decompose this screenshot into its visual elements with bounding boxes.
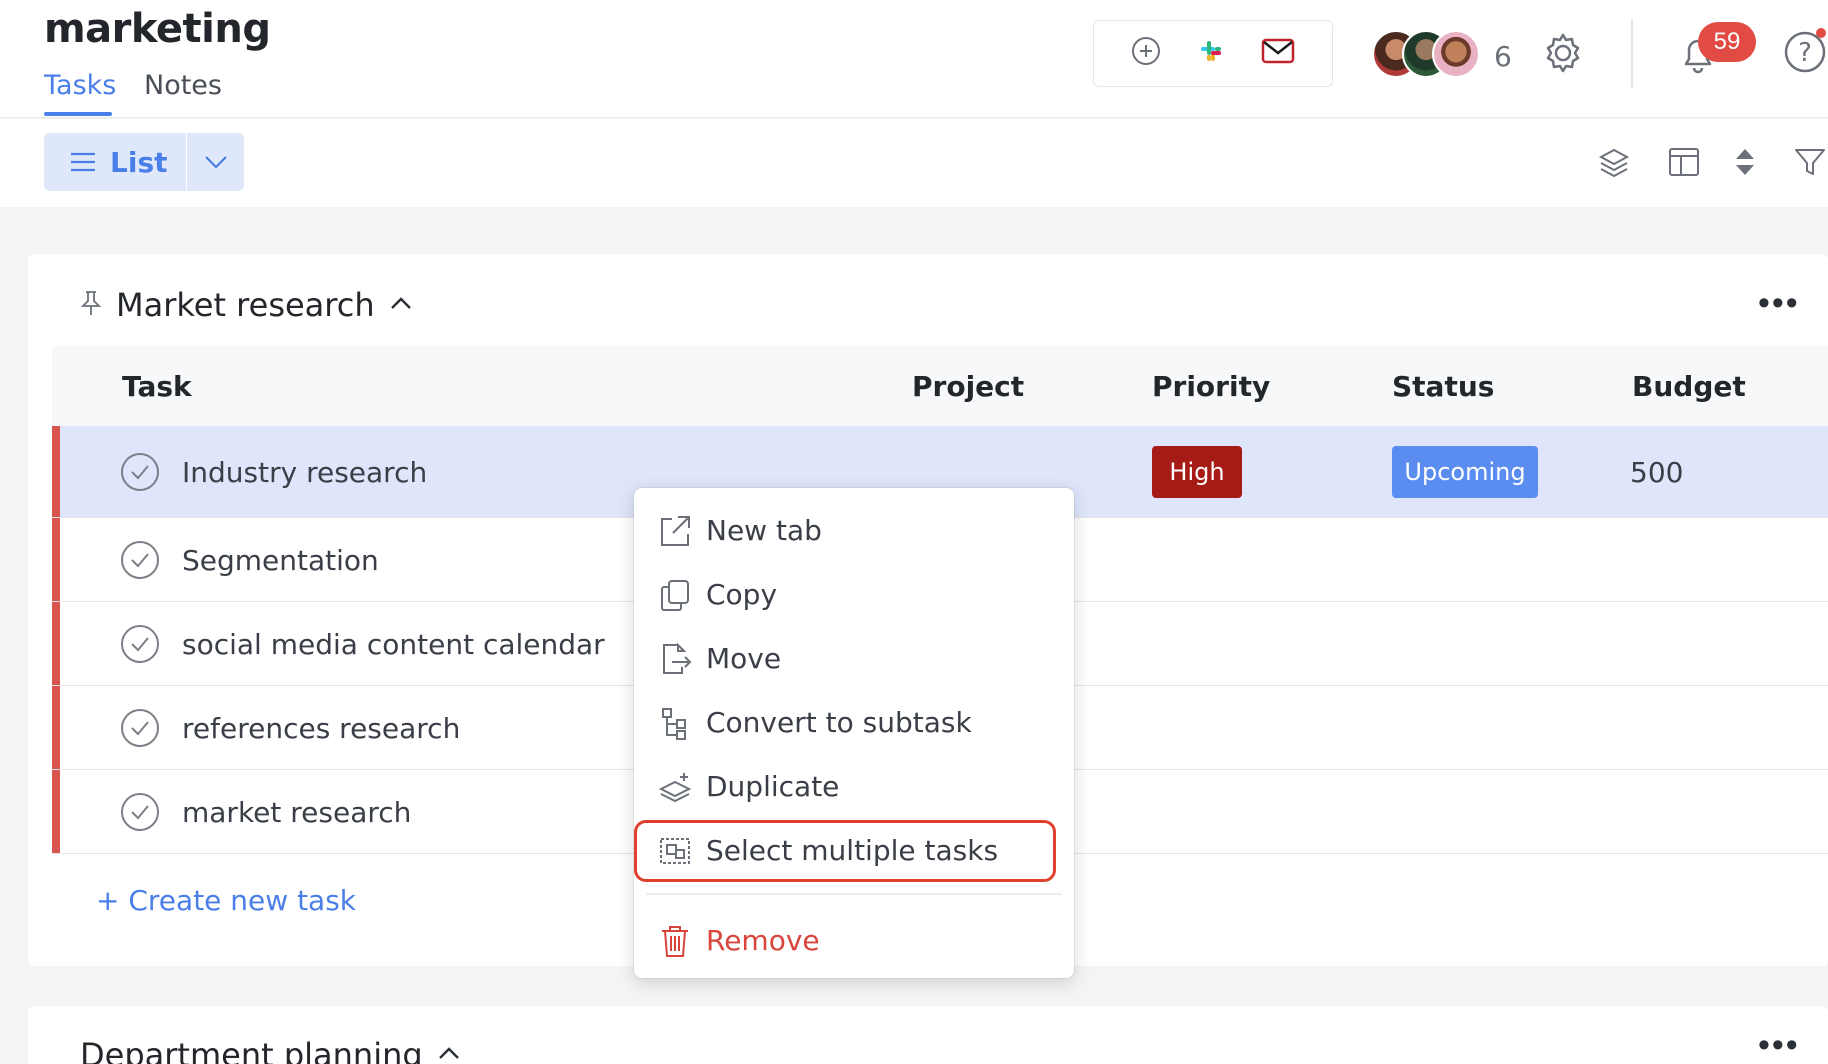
integrations-bar (1093, 20, 1333, 87)
columns-icon[interactable] (1668, 147, 1700, 182)
menu-item-label: Duplicate (706, 769, 840, 803)
chevron-up-icon[interactable] (437, 1045, 461, 1064)
highlight-outline (634, 820, 1056, 882)
task-name[interactable]: references research (182, 712, 460, 745)
menu-item-duplicate[interactable]: Duplicate (634, 754, 1074, 818)
menu-item-label: Remove (706, 923, 820, 957)
view-list-button[interactable]: List (44, 133, 186, 191)
add-integration-icon[interactable] (1131, 36, 1161, 71)
subtask-icon (658, 706, 692, 740)
layers-icon[interactable] (1598, 147, 1630, 184)
table-header: Task Project Priority Status Budget (52, 346, 1828, 426)
menu-item-move[interactable]: Move (634, 626, 1074, 690)
menu-item-label: Move (706, 641, 782, 675)
header-divider (1631, 20, 1633, 88)
slack-icon[interactable] (1195, 35, 1227, 72)
task-name[interactable]: social media content calendar (182, 628, 605, 661)
priority-badge[interactable]: High (1152, 446, 1242, 498)
move-icon (658, 642, 692, 676)
trash-icon (658, 924, 692, 958)
row-priority-stripe (52, 602, 60, 685)
svg-text:?: ? (1798, 38, 1812, 68)
tab-tasks[interactable]: Tasks (44, 70, 116, 101)
list-icon (71, 152, 95, 172)
menu-item-remove[interactable]: Remove (634, 908, 1074, 972)
column-header-priority[interactable]: Priority (1152, 370, 1270, 403)
column-header-status[interactable]: Status (1392, 370, 1494, 403)
active-tab-indicator (44, 112, 112, 116)
notification-badge[interactable]: 59 (1698, 22, 1756, 62)
chevron-down-icon (204, 156, 227, 169)
avatar (1432, 30, 1480, 78)
complete-check-icon[interactable] (120, 540, 160, 585)
help-indicator-dot (1816, 28, 1826, 38)
group-title: Department planning (80, 1036, 423, 1064)
duplicate-icon (658, 770, 692, 804)
member-count[interactable]: 6 (1494, 40, 1512, 73)
complete-check-icon[interactable] (120, 708, 160, 753)
sort-icon[interactable] (1734, 147, 1756, 182)
external-link-icon (658, 514, 692, 548)
group-more-menu-icon[interactable]: ••• (1758, 284, 1800, 323)
member-avatars[interactable] (1372, 30, 1492, 80)
task-name[interactable]: Industry research (182, 456, 427, 489)
row-priority-stripe (52, 770, 60, 853)
menu-item-new-tab[interactable]: New tab (634, 498, 1074, 562)
menu-item-copy[interactable]: Copy (634, 562, 1074, 626)
complete-check-icon[interactable] (120, 792, 160, 837)
row-priority-stripe (52, 686, 60, 769)
filter-icon[interactable] (1794, 147, 1826, 182)
row-priority-stripe (52, 426, 60, 517)
task-name[interactable]: market research (182, 796, 411, 829)
complete-check-icon[interactable] (120, 624, 160, 669)
group-more-menu-icon[interactable]: ••• (1758, 1026, 1800, 1064)
tab-notes[interactable]: Notes (144, 70, 222, 101)
chevron-up-icon[interactable] (389, 295, 413, 316)
settings-gear-icon[interactable] (1542, 32, 1584, 79)
group-header: Market research (80, 282, 413, 328)
task-name[interactable]: Segmentation (182, 544, 379, 577)
pin-icon[interactable] (80, 290, 102, 321)
complete-check-icon[interactable] (120, 452, 160, 497)
view-dropdown-button[interactable] (187, 133, 244, 191)
menu-divider (646, 893, 1062, 895)
email-icon[interactable] (1261, 37, 1295, 70)
task-context-menu: New tab Copy Move Convert to subtask Dup… (634, 488, 1074, 978)
menu-item-label: Copy (706, 577, 778, 611)
page-title: marketing (44, 6, 271, 52)
app-header: marketing Tasks Notes 6 59 ? (0, 0, 1828, 118)
view-toolbar: List (0, 119, 1828, 207)
view-label: List (110, 145, 168, 179)
column-header-task[interactable]: Task (122, 370, 192, 403)
row-priority-stripe (52, 518, 60, 601)
group-card-department-planning: Department planning ••• (28, 1006, 1828, 1064)
copy-icon (658, 578, 692, 612)
status-badge[interactable]: Upcoming (1392, 446, 1538, 498)
group-header: Department planning (80, 1032, 461, 1064)
budget-value[interactable]: 500 (1630, 456, 1683, 489)
create-new-task-link[interactable]: + Create new task (96, 884, 356, 917)
menu-item-label: New tab (706, 513, 822, 547)
column-header-budget[interactable]: Budget (1632, 370, 1746, 403)
column-header-project[interactable]: Project (912, 370, 1024, 403)
menu-item-label: Convert to subtask (706, 705, 972, 739)
group-title: Market research (116, 286, 375, 324)
menu-item-convert-to-subtask[interactable]: Convert to subtask (634, 690, 1074, 754)
